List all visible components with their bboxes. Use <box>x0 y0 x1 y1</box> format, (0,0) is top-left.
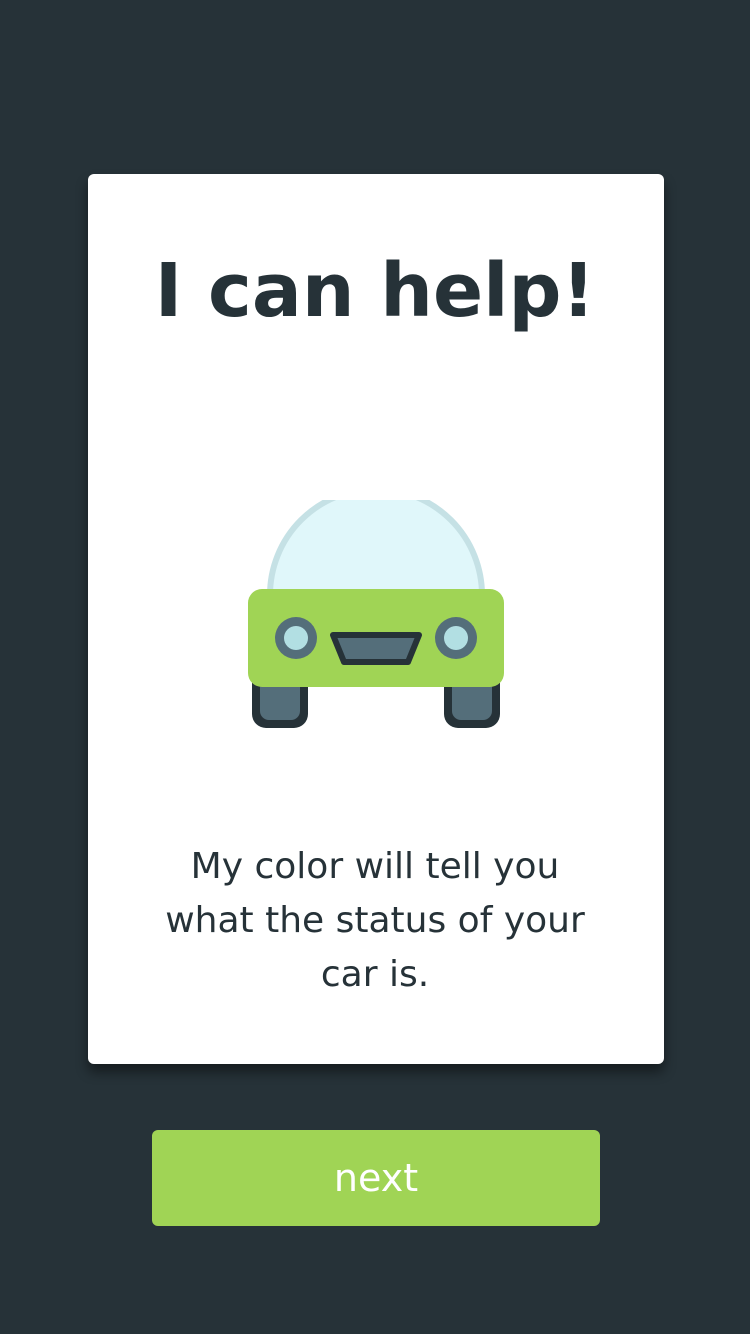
card-message: My color will tell you what the status o… <box>165 846 585 995</box>
car-icon <box>248 500 504 728</box>
car-grille <box>330 632 422 665</box>
next-button[interactable]: next <box>152 1130 600 1226</box>
car-windshield <box>266 500 486 598</box>
card-title: I can help! <box>154 248 596 334</box>
